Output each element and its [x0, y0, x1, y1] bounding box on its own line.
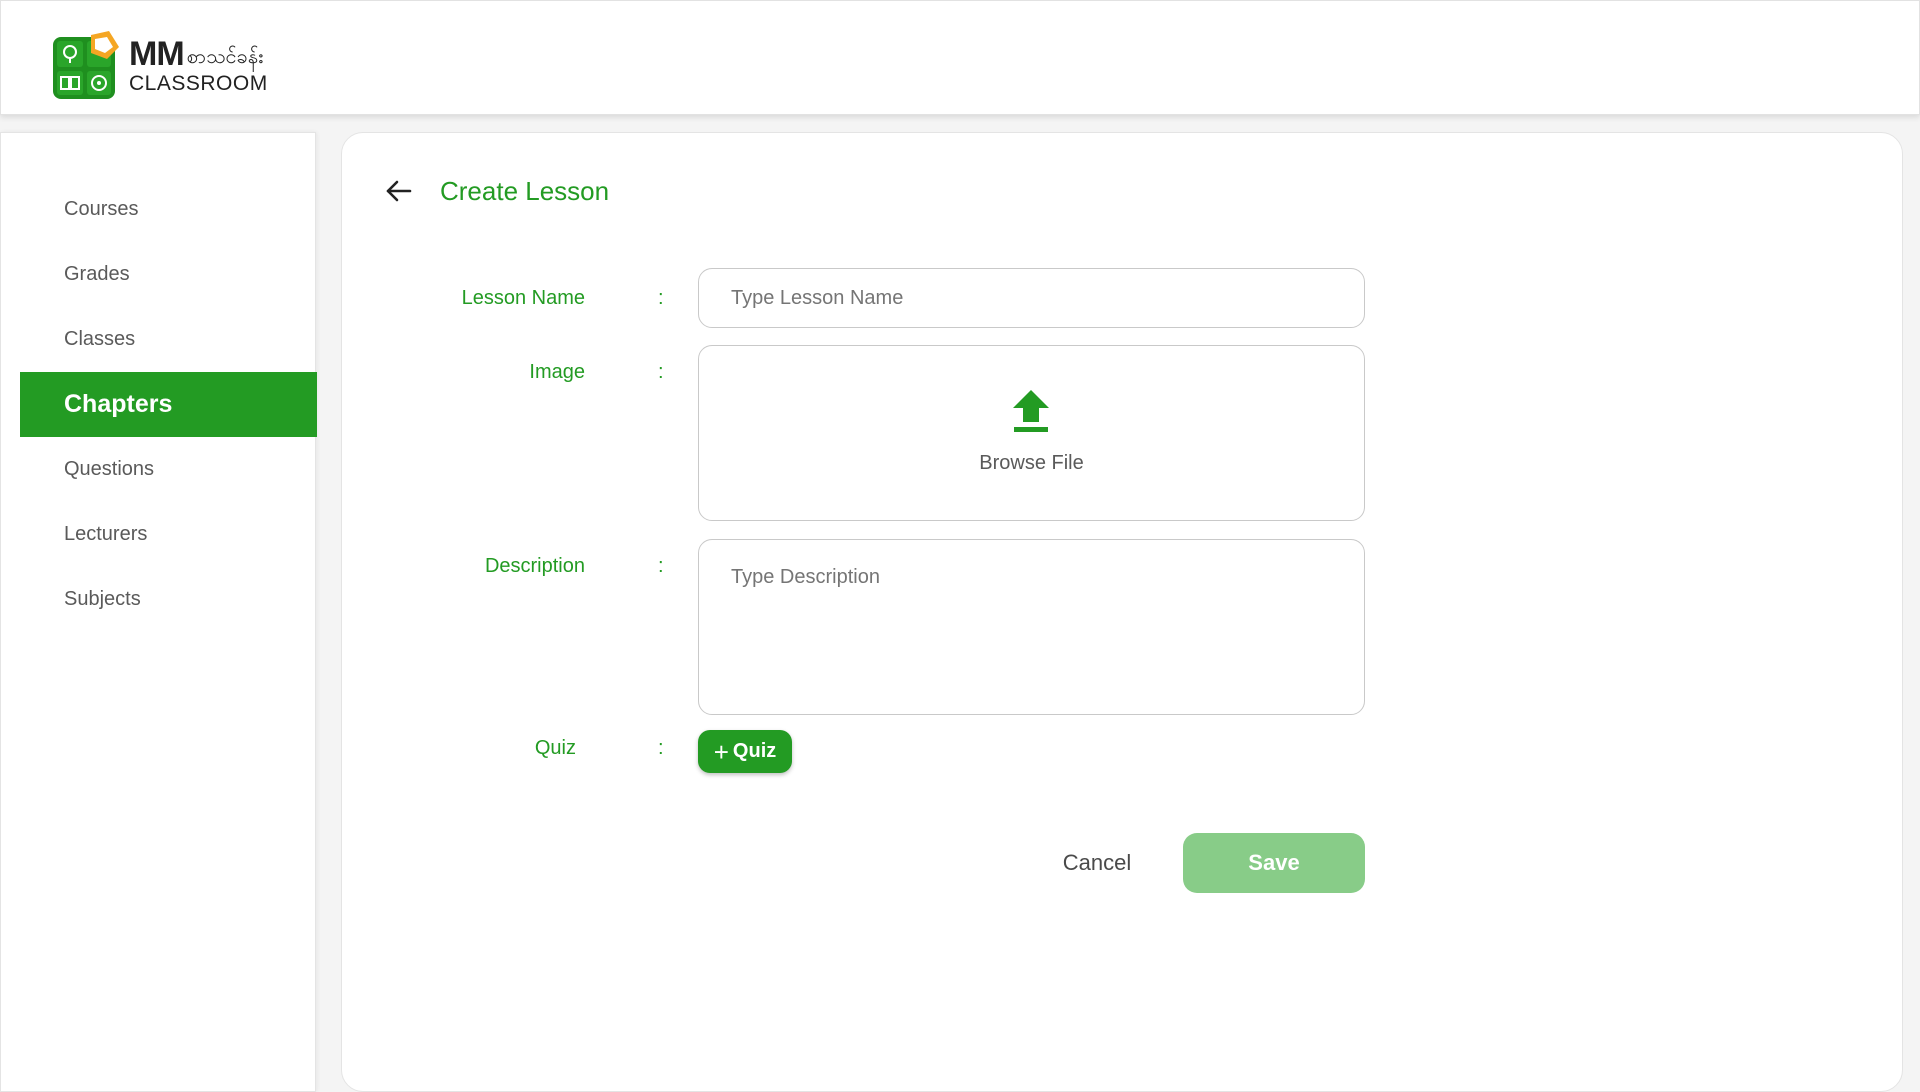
add-quiz-button[interactable]: + Quiz	[698, 730, 792, 773]
sidebar-item-chapters[interactable]: Chapters	[20, 372, 317, 437]
sidebar-item-grades[interactable]: Grades	[20, 242, 317, 307]
sidebar-item-questions[interactable]: Questions	[20, 437, 317, 502]
description-colon: :	[658, 555, 664, 577]
sidebar-item-courses[interactable]: Courses	[20, 177, 317, 242]
upload-icon	[1013, 390, 1049, 432]
arrow-left-icon	[386, 180, 412, 202]
sidebar: Courses Grades Classes Chapters Question…	[0, 132, 317, 1092]
logo-classroom-text: CLASSROOM	[129, 71, 268, 95]
logo-mark-icon	[51, 29, 123, 101]
cancel-button[interactable]: Cancel	[1042, 833, 1152, 893]
image-colon: :	[658, 361, 664, 383]
sidebar-item-subjects[interactable]: Subjects	[20, 567, 317, 632]
sidebar-item-classes[interactable]: Classes	[20, 307, 317, 372]
logo-wordmark: MM စာသင်ခန်း CLASSROOM	[129, 37, 268, 94]
logo-script-text: စာသင်ခန်း	[186, 45, 264, 68]
app-logo[interactable]: MM စာသင်ခန်း CLASSROOM	[51, 29, 268, 101]
add-quiz-label: Quiz	[732, 740, 777, 762]
lesson-name-label: Lesson Name	[461, 287, 585, 309]
quiz-colon: :	[658, 737, 664, 759]
image-label: Image	[529, 361, 585, 383]
quiz-label: Quiz	[534, 737, 576, 759]
back-button[interactable]	[380, 173, 416, 209]
sidebar-item-lecturers[interactable]: Lecturers	[20, 502, 317, 567]
description-textarea[interactable]	[698, 539, 1365, 715]
image-upload-dropzone[interactable]: Browse File	[698, 345, 1365, 521]
page-title: Create Lesson	[440, 176, 610, 206]
logo-mm-text: MM	[129, 34, 185, 73]
browse-file-label: Browse File	[979, 452, 1084, 474]
lesson-name-colon: :	[658, 287, 664, 309]
plus-icon: +	[713, 736, 729, 767]
description-label: Description	[484, 555, 585, 577]
top-header: MM စာသင်ခန်း CLASSROOM	[0, 0, 1920, 115]
main-panel: Create Lesson Lesson Name : Image : Brow…	[341, 132, 1903, 1092]
lesson-name-input[interactable]	[698, 268, 1365, 328]
save-button[interactable]: Save	[1183, 833, 1365, 893]
